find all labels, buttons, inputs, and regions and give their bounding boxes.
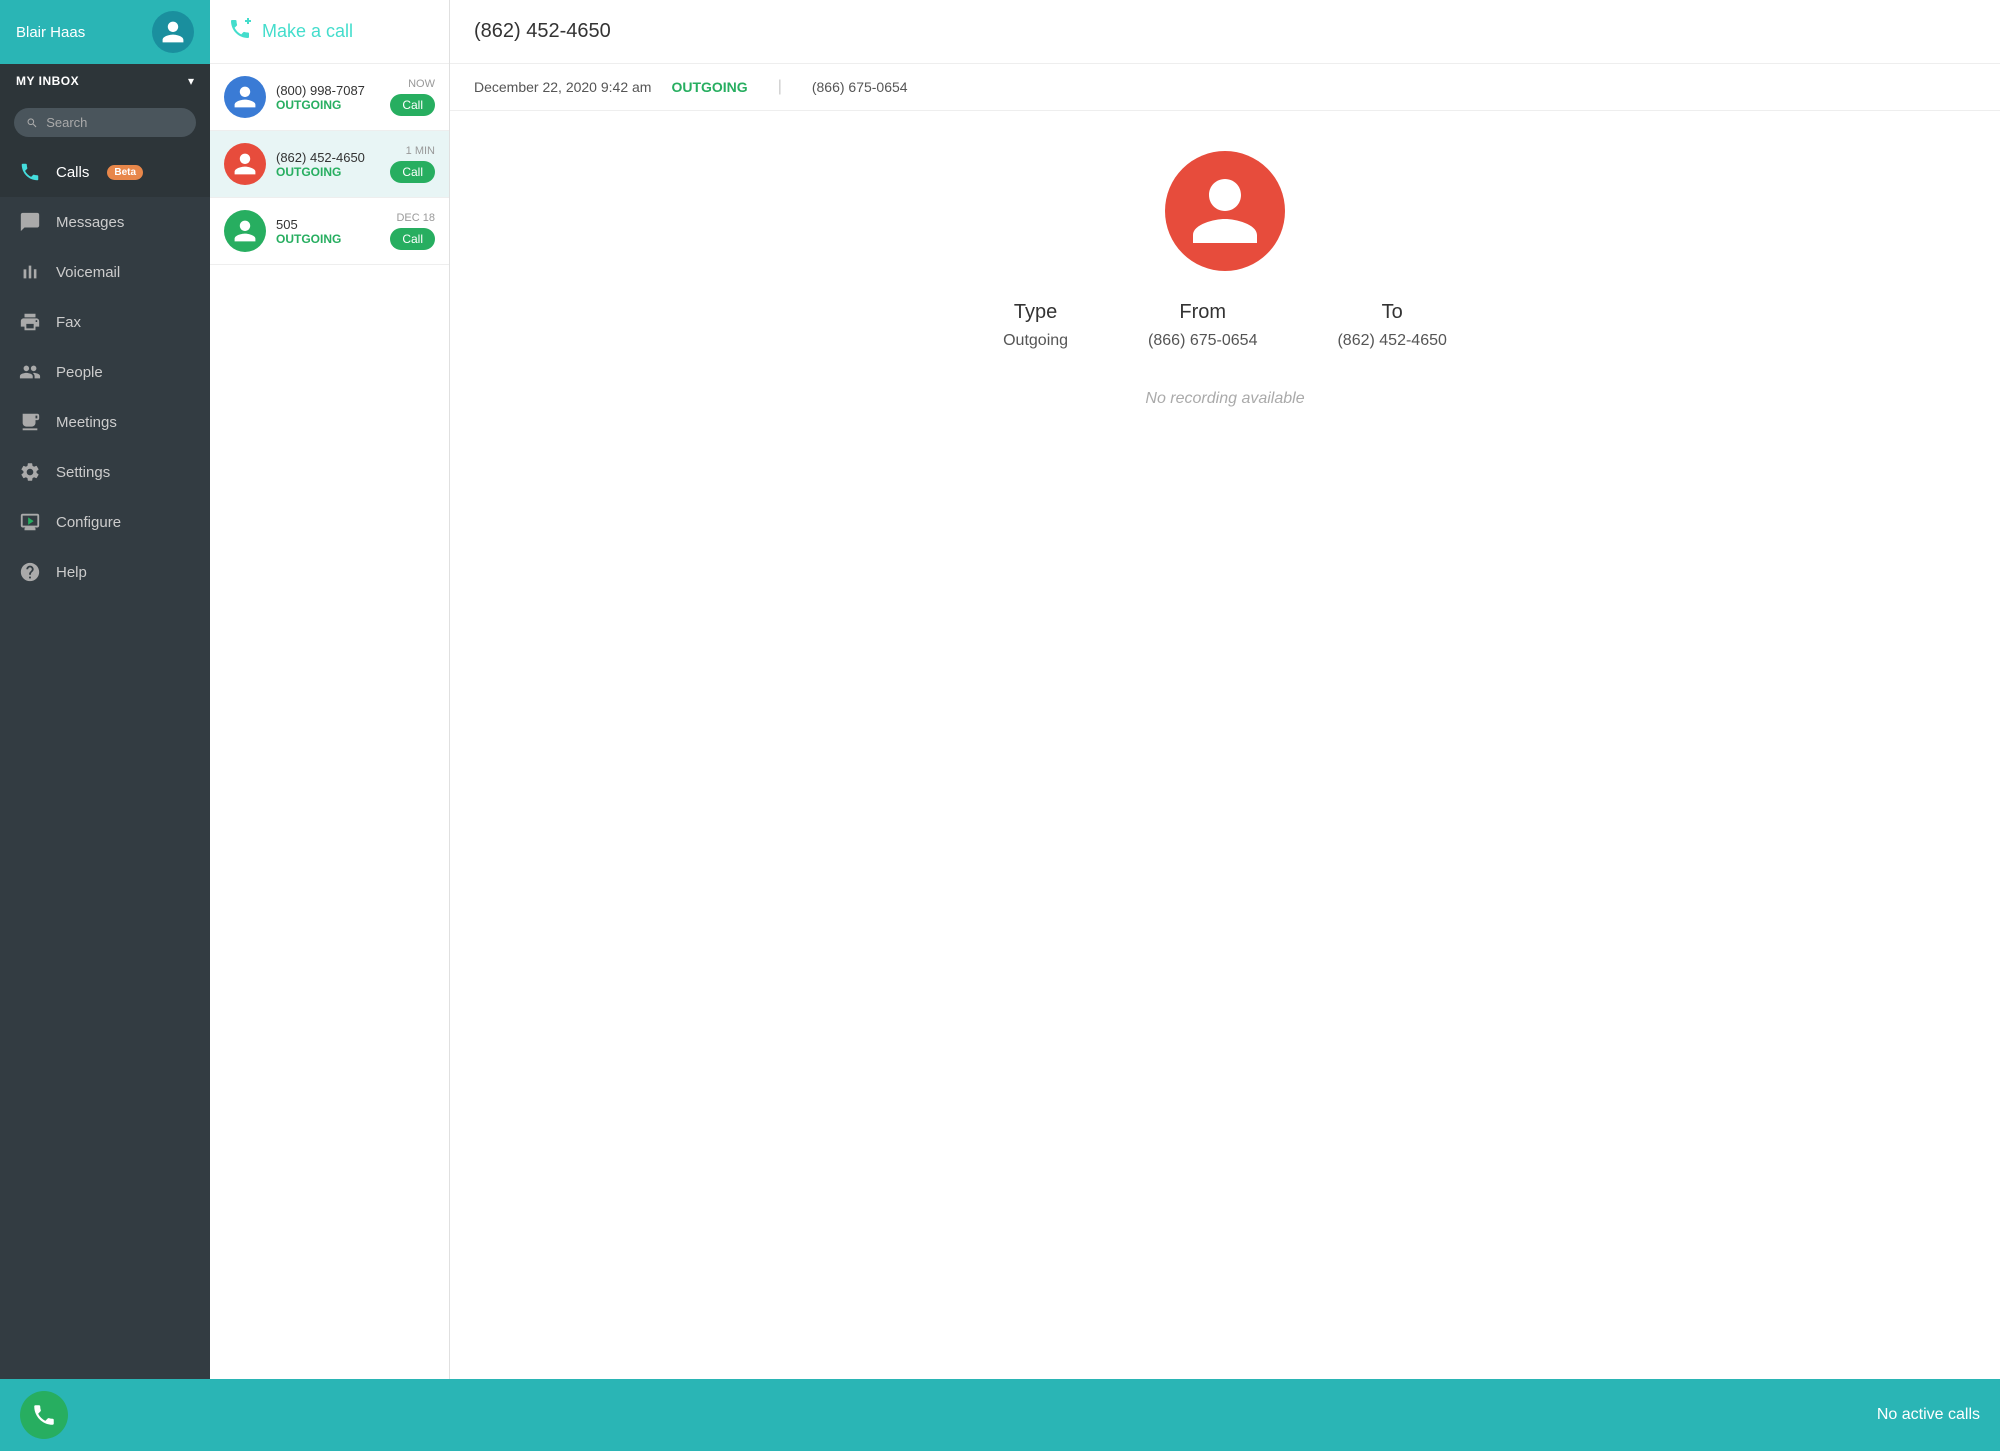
type-value: Outgoing bbox=[1003, 332, 1068, 350]
sidebar-item-fax[interactable]: Fax bbox=[0, 297, 210, 347]
call-direction-1: OUTGOING bbox=[276, 98, 380, 112]
call-number-3: 505 bbox=[276, 217, 380, 232]
detail-header-sub: December 22, 2020 9:42 am OUTGOING | (86… bbox=[450, 64, 2000, 111]
call-button-3[interactable]: Call bbox=[390, 228, 435, 250]
call-meta-1: NOW Call bbox=[390, 78, 435, 116]
people-label: People bbox=[56, 364, 103, 381]
call-meta-2: 1 MIN Call bbox=[390, 145, 435, 183]
settings-icon bbox=[18, 460, 42, 484]
type-label: Type bbox=[1014, 301, 1057, 324]
search-input-wrap bbox=[14, 108, 196, 137]
call-info-2: (862) 452-4650 OUTGOING bbox=[276, 150, 380, 179]
meetings-label: Meetings bbox=[56, 414, 117, 431]
make-call-phone-icon bbox=[228, 17, 252, 47]
from-value: (866) 675-0654 bbox=[1148, 332, 1257, 350]
detail-body: Type Outgoing From (866) 675-0654 To (86… bbox=[450, 111, 2000, 1379]
type-col: Type Outgoing bbox=[1003, 301, 1068, 350]
sidebar-item-people[interactable]: People bbox=[0, 347, 210, 397]
call-number-2: (862) 452-4650 bbox=[276, 150, 380, 165]
sidebar: Blair Haas MY INBOX ▾ Call bbox=[0, 0, 210, 1379]
app-container: Blair Haas MY INBOX ▾ Call bbox=[0, 0, 2000, 1451]
call-time-2: 1 MIN bbox=[406, 145, 435, 157]
from-label: From bbox=[1179, 301, 1226, 324]
detail-panel: (862) 452-4650 December 22, 2020 9:42 am… bbox=[450, 0, 2000, 1379]
voicemail-label: Voicemail bbox=[56, 264, 120, 281]
call-time-3: DEC 18 bbox=[396, 212, 435, 224]
make-call-label: Make a call bbox=[262, 21, 353, 42]
calls-panel: Make a call (800) 998-7087 OUTGOING NOW … bbox=[210, 0, 450, 1379]
call-item-1[interactable]: (800) 998-7087 OUTGOING NOW Call bbox=[210, 64, 449, 131]
no-active-calls: No active calls bbox=[1877, 1406, 1980, 1424]
messages-icon bbox=[18, 210, 42, 234]
call-button-2[interactable]: Call bbox=[390, 161, 435, 183]
to-col: To (862) 452-4650 bbox=[1337, 301, 1446, 350]
call-button-1[interactable]: Call bbox=[390, 94, 435, 116]
to-label: To bbox=[1382, 301, 1403, 324]
no-recording: No recording available bbox=[1145, 390, 1304, 408]
bottom-call-button[interactable] bbox=[20, 1391, 68, 1439]
sidebar-item-messages[interactable]: Messages bbox=[0, 197, 210, 247]
people-icon bbox=[18, 360, 42, 384]
search-box bbox=[0, 98, 210, 147]
to-value: (862) 452-4650 bbox=[1337, 332, 1446, 350]
configure-label: Configure bbox=[56, 514, 121, 531]
calls-label: Calls bbox=[56, 164, 89, 181]
make-call-header[interactable]: Make a call bbox=[210, 0, 449, 64]
inbox-label: MY INBOX bbox=[16, 74, 79, 88]
call-item-3[interactable]: 505 OUTGOING DEC 18 Call bbox=[210, 198, 449, 265]
detail-header-from: (866) 675-0654 bbox=[812, 79, 908, 95]
detail-datetime: December 22, 2020 9:42 am bbox=[474, 79, 651, 95]
calls-icon bbox=[18, 160, 42, 184]
sidebar-item-help[interactable]: Help bbox=[0, 547, 210, 597]
header-separator: | bbox=[778, 78, 782, 96]
help-icon bbox=[18, 560, 42, 584]
bottom-bar: No active calls bbox=[0, 1379, 2000, 1451]
detail-header-top: (862) 452-4650 bbox=[450, 0, 2000, 64]
call-avatar-2 bbox=[224, 143, 266, 185]
fax-label: Fax bbox=[56, 314, 81, 331]
voicemail-icon bbox=[18, 260, 42, 284]
call-meta-3: DEC 18 Call bbox=[390, 212, 435, 250]
call-direction-3: OUTGOING bbox=[276, 232, 380, 246]
sidebar-item-voicemail[interactable]: Voicemail bbox=[0, 247, 210, 297]
calls-badge: Beta bbox=[107, 165, 143, 180]
chevron-down-icon: ▾ bbox=[188, 74, 194, 88]
sidebar-item-configure[interactable]: Configure bbox=[0, 497, 210, 547]
sidebar-item-meetings[interactable]: Meetings bbox=[0, 397, 210, 447]
contact-avatar-large bbox=[1165, 151, 1285, 271]
meetings-icon bbox=[18, 410, 42, 434]
sidebar-item-calls[interactable]: Calls Beta bbox=[0, 147, 210, 197]
search-input[interactable] bbox=[46, 115, 184, 130]
avatar bbox=[152, 11, 194, 53]
call-details-grid: Type Outgoing From (866) 675-0654 To (86… bbox=[1003, 301, 1447, 350]
configure-icon bbox=[18, 510, 42, 534]
call-time-1: NOW bbox=[408, 78, 435, 90]
messages-label: Messages bbox=[56, 214, 124, 231]
user-name: Blair Haas bbox=[16, 24, 85, 41]
fax-icon bbox=[18, 310, 42, 334]
from-col: From (866) 675-0654 bbox=[1148, 301, 1257, 350]
detail-direction-badge: OUTGOING bbox=[671, 79, 747, 95]
help-label: Help bbox=[56, 564, 87, 581]
detail-phone-title: (862) 452-4650 bbox=[474, 20, 611, 43]
call-item-2[interactable]: (862) 452-4650 OUTGOING 1 MIN Call bbox=[210, 131, 449, 198]
call-direction-2: OUTGOING bbox=[276, 165, 380, 179]
call-avatar-1 bbox=[224, 76, 266, 118]
inbox-selector[interactable]: MY INBOX ▾ bbox=[0, 64, 210, 98]
call-number-1: (800) 998-7087 bbox=[276, 83, 380, 98]
call-info-1: (800) 998-7087 OUTGOING bbox=[276, 83, 380, 112]
search-icon bbox=[26, 116, 38, 130]
call-avatar-3 bbox=[224, 210, 266, 252]
sidebar-item-settings[interactable]: Settings bbox=[0, 447, 210, 497]
sidebar-header: Blair Haas bbox=[0, 0, 210, 64]
settings-label: Settings bbox=[56, 464, 110, 481]
call-info-3: 505 OUTGOING bbox=[276, 217, 380, 246]
main-layout: Blair Haas MY INBOX ▾ Call bbox=[0, 0, 2000, 1379]
